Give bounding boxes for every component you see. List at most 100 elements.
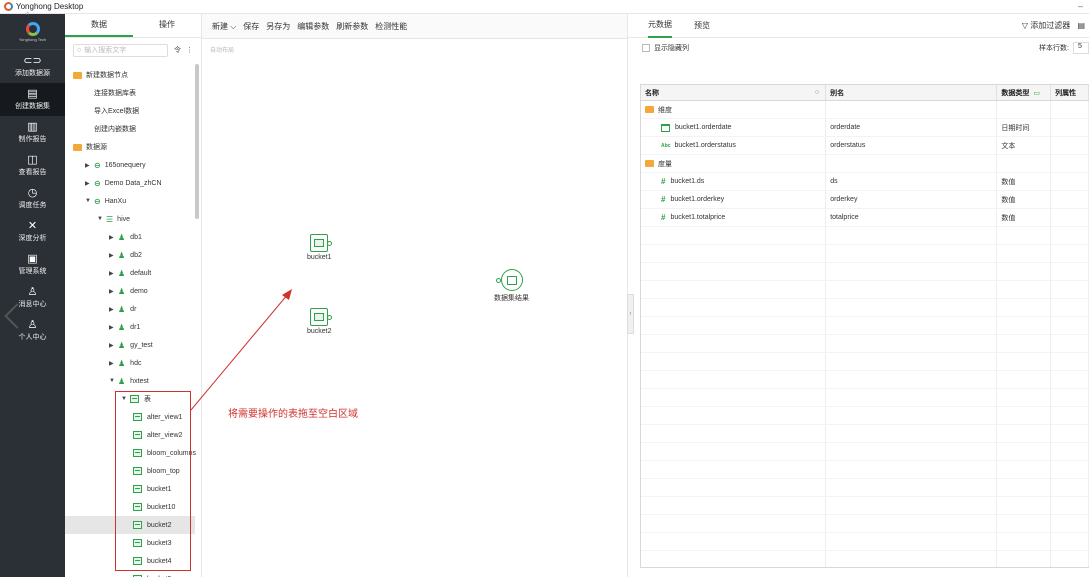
tree-node[interactable]: ▶ ♟ dr xyxy=(109,300,136,318)
output-port[interactable] xyxy=(327,315,333,320)
nav-item[interactable]: ✕ 深度分析 xyxy=(0,215,65,248)
field-attr[interactable] xyxy=(1051,137,1089,154)
nav-item[interactable]: ◷ 调度任务 xyxy=(0,182,65,215)
save-as-button[interactable]: 另存为 xyxy=(266,21,290,32)
tree-node[interactable]: ▶ ♟ hdc xyxy=(109,354,141,372)
expand-icon[interactable]: ▶ xyxy=(109,360,118,367)
canvas-area[interactable]: 新建 ⌵ 保存 另存为 编辑参数 刷新参数 检测性能 自动布局 bucket1 … xyxy=(202,14,627,577)
field-alias[interactable]: orderstatus xyxy=(826,137,998,154)
tree-node[interactable]: 连接数据库表 xyxy=(85,84,136,102)
field-alias[interactable]: ds xyxy=(826,173,998,190)
tree-node[interactable]: 新建数据节点 xyxy=(73,66,128,84)
expand-icon[interactable]: ▶ xyxy=(109,252,118,259)
folder-icon xyxy=(73,143,82,151)
tree-node[interactable]: 数据源 xyxy=(73,138,107,156)
tree-node-label: HanXu xyxy=(104,197,127,205)
nav-item[interactable]: ▣ 管理系统 xyxy=(0,248,65,281)
tab-preview[interactable]: 预览 xyxy=(694,15,710,37)
sample-rows-input[interactable]: 5 xyxy=(1073,42,1089,54)
tree-node[interactable]: bucket5 xyxy=(133,570,172,577)
field-type[interactable]: 数值 xyxy=(997,209,1052,226)
new-button[interactable]: 新建 ⌵ xyxy=(212,21,236,32)
field-type[interactable]: 数值 xyxy=(997,191,1052,208)
column-header-name[interactable]: 名称 ○ xyxy=(641,85,827,100)
tree-node[interactable]: ▶ ♟ gy_test xyxy=(109,336,153,354)
output-port[interactable] xyxy=(327,241,333,246)
group-row[interactable]: 度量 xyxy=(641,155,1089,173)
minimize-button[interactable]: – xyxy=(1078,1,1083,11)
search-input[interactable]: ○ 输入搜索文字 xyxy=(73,43,168,57)
panel-collapse-handle[interactable]: ‹ xyxy=(627,294,634,334)
search-icon[interactable]: ○ xyxy=(815,89,819,96)
canvas-node-result[interactable]: 数据集结果 xyxy=(494,269,529,303)
column-header-alias[interactable]: 别名 xyxy=(826,85,998,100)
tree-node[interactable]: ▶ ⊖ 165onequery xyxy=(85,156,146,174)
field-alias[interactable]: totalprice xyxy=(826,209,998,226)
sort-icon[interactable]: 令 xyxy=(174,45,181,55)
save-button[interactable]: 保存 xyxy=(243,21,259,32)
expand-icon[interactable]: ▶ xyxy=(109,234,118,241)
table-row[interactable]: # bucket1.orderkey orderkey 数值 xyxy=(641,191,1089,209)
expand-icon[interactable]: ▼ xyxy=(97,216,106,222)
tree-node[interactable]: ▼ ♟ hxtest xyxy=(109,372,149,390)
table-row[interactable]: # bucket1.ds ds 数值 xyxy=(641,173,1089,191)
tree-node[interactable]: ▼ ☰ hive xyxy=(97,210,130,228)
show-hidden-checkbox[interactable] xyxy=(642,44,650,52)
field-attr[interactable] xyxy=(1051,209,1089,226)
field-type[interactable]: 日期时间 xyxy=(997,119,1052,136)
expand-icon[interactable]: ▶ xyxy=(85,180,94,187)
expand-icon[interactable]: ▶ xyxy=(109,342,118,349)
tree-node[interactable]: ▶ ♟ db2 xyxy=(109,246,142,264)
tree-node[interactable]: 创建内嵌数据 xyxy=(85,120,136,138)
nav-item[interactable]: ▥ 制作报告 xyxy=(0,116,65,149)
expand-icon[interactable]: ▶ xyxy=(109,270,118,277)
result-node-icon xyxy=(495,269,523,291)
field-attr[interactable] xyxy=(1051,173,1089,190)
tree-node[interactable]: 导入Excel数据 xyxy=(85,102,139,120)
expand-icon[interactable]: ▼ xyxy=(85,198,94,204)
table-row[interactable]: # bucket1.totalprice totalprice 数值 xyxy=(641,209,1089,227)
tree-node[interactable]: ▶ ♟ db1 xyxy=(109,228,142,246)
check-performance-button[interactable]: 检测性能 xyxy=(375,21,407,32)
expand-icon[interactable]: ▼ xyxy=(109,378,118,384)
tree-node[interactable]: ▼ ⊖ HanXu xyxy=(85,192,126,210)
tab-data[interactable]: 数据 xyxy=(65,14,133,37)
search-placeholder: 输入搜索文字 xyxy=(84,47,127,54)
tab-operation[interactable]: 操作 xyxy=(133,14,201,37)
expand-icon[interactable]: ▶ xyxy=(109,288,118,295)
field-attr[interactable] xyxy=(1051,191,1089,208)
input-port[interactable] xyxy=(495,278,501,283)
refresh-params-button[interactable]: 刷新参数 xyxy=(336,21,368,32)
field-attr[interactable] xyxy=(1051,119,1089,136)
group-row[interactable]: 维度 xyxy=(641,101,1089,119)
auto-layout-button[interactable]: 自动布局 xyxy=(210,45,234,54)
tree-scrollbar[interactable] xyxy=(195,64,199,219)
add-filter-button[interactable]: ▽ 添加过滤器 ▤ xyxy=(1022,20,1085,31)
more-icon[interactable]: ⋮ xyxy=(186,46,193,54)
field-alias[interactable]: orderkey xyxy=(826,191,998,208)
tree-node[interactable]: ▶ ♟ demo xyxy=(109,282,148,300)
tree-node[interactable]: ▶ ♟ dr1 xyxy=(109,318,140,336)
column-header-type[interactable]: 数据类型 ▭ xyxy=(997,85,1052,100)
comment-icon[interactable]: ▭ xyxy=(1033,89,1040,97)
field-type[interactable]: 数值 xyxy=(997,173,1052,190)
tree-node[interactable]: ▶ ♟ default xyxy=(109,264,151,282)
canvas-node-bucket1[interactable]: bucket1 xyxy=(307,234,333,261)
nav-item[interactable]: ⊂⊃ 添加数据源 xyxy=(0,50,65,83)
field-type[interactable]: 文本 xyxy=(997,137,1052,154)
table-view-icon[interactable]: ▤ xyxy=(1077,21,1085,30)
tree-node[interactable]: ▶ ⊖ Demo Data_zhCN xyxy=(85,174,162,192)
field-alias[interactable]: orderdate xyxy=(826,119,998,136)
expand-icon[interactable]: ▶ xyxy=(109,306,118,313)
expand-icon[interactable]: ▶ xyxy=(109,324,118,331)
canvas-node-bucket2[interactable]: bucket2 xyxy=(307,308,333,335)
tab-metadata[interactable]: 元数据 xyxy=(648,14,672,38)
column-header-attr[interactable]: 列属性 xyxy=(1051,85,1089,100)
collapse-icon[interactable]: ^ xyxy=(26,12,29,19)
table-row[interactable]: bucket1.orderdate orderdate 日期时间 xyxy=(641,119,1089,137)
nav-item[interactable]: ◫ 查看报告 xyxy=(0,149,65,182)
edit-params-button[interactable]: 编辑参数 xyxy=(297,21,329,32)
expand-icon[interactable]: ▶ xyxy=(85,162,94,169)
table-row[interactable]: Abc bucket1.orderstatus orderstatus 文本 xyxy=(641,137,1089,155)
nav-item[interactable]: ▤ 创建数据集 xyxy=(0,83,65,116)
